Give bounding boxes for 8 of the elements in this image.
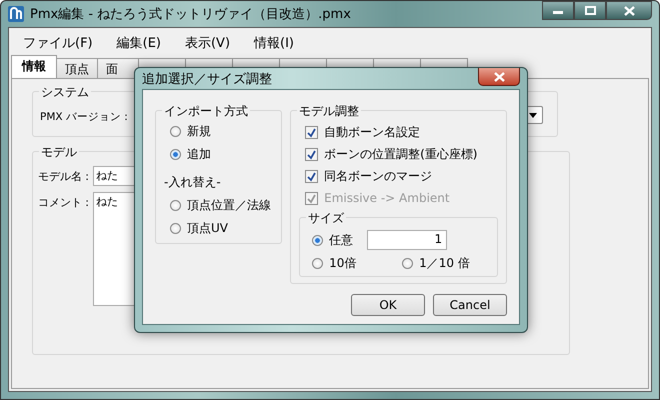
group-title: サイズ	[306, 210, 346, 227]
field-label: PMX バージョン :	[39, 110, 129, 125]
window-title: Pmx編集 - ねたろう式ドットリヴァイ（目改造）.pmx	[30, 6, 351, 23]
field-label: コメント :	[37, 195, 89, 211]
dialog-title: 追加選択／サイズ調整	[142, 70, 272, 88]
field-label: モデル名 :	[37, 169, 89, 185]
section-label: -入れ替え-	[164, 174, 222, 190]
group-title: インポート方式	[162, 103, 250, 120]
